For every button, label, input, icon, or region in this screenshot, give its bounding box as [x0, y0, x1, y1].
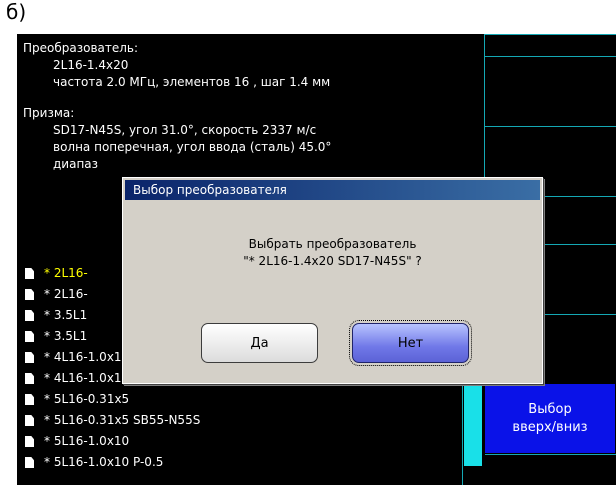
list-item-label: * 5L16-0.31x5	[44, 392, 130, 406]
device-screen: Преобразователь: 2L16-1.4x20 частота 2.0…	[17, 34, 616, 485]
document-icon	[25, 415, 34, 426]
document-icon	[25, 289, 34, 300]
list-item-label: * 5L16-1.0x10	[44, 434, 130, 448]
document-icon	[25, 436, 34, 447]
yes-button[interactable]: Да	[201, 323, 318, 363]
list-item[interactable]: * 5L16-0.31x5	[25, 389, 465, 410]
panel-divider	[485, 126, 616, 127]
list-item-label: * 5L16-1.0x10 P-0.5	[44, 455, 164, 469]
list-item-label: * 2L16-	[44, 287, 88, 301]
dialog-message-line-1: Выбрать преобразователь	[248, 237, 417, 251]
list-item[interactable]: * 5L16-1.0x10	[25, 431, 465, 452]
transducer-params: частота 2.0 МГц, элементов 16 , шаг 1.4 …	[53, 75, 331, 89]
transducer-model: 2L16-1.4x20	[53, 58, 129, 72]
document-icon	[25, 457, 34, 468]
list-item-label: * 3.5L1	[44, 308, 88, 322]
dialog-message-line-2: "* 2L16-1.4x20 SD17-N45S" ?	[243, 254, 422, 268]
select-button-line-2: вверх/вниз	[512, 419, 588, 435]
list-item-label: * 3.5L1	[44, 329, 88, 343]
select-button-line-1: Выбор	[528, 401, 572, 417]
document-icon	[25, 310, 34, 321]
prism-header: Призма:	[23, 106, 75, 120]
panel-divider	[485, 34, 616, 35]
list-item[interactable]: * 5L16-0.31x5 SB55-N55S	[25, 410, 465, 431]
prism-line-2: волна поперечная, угол ввода (сталь) 45.…	[53, 140, 332, 154]
document-icon	[25, 373, 34, 384]
list-item[interactable]: * 5L16-1.0x10 P-0.5	[25, 452, 465, 473]
select-up-down-button[interactable]: Выбор вверх/вниз	[485, 384, 615, 453]
document-icon	[25, 352, 34, 363]
figure-label: б)	[6, 0, 27, 24]
document-icon	[25, 268, 34, 279]
panel-divider	[485, 454, 616, 455]
select-transducer-dialog: Выбор преобразователя Выбрать преобразов…	[122, 177, 543, 384]
transducer-header: Преобразователь:	[23, 41, 139, 55]
dialog-title: Выбор преобразователя	[125, 180, 540, 200]
prism-line-3: диапаз	[53, 157, 99, 171]
document-icon	[25, 394, 34, 405]
no-button[interactable]: Нет	[349, 320, 472, 366]
transducer-info: Преобразователь: 2L16-1.4x20 частота 2.0…	[23, 40, 463, 173]
document-icon	[25, 331, 34, 342]
panel-divider	[485, 56, 616, 57]
list-item-label: * 5L16-0.31x5 SB55-N55S	[44, 413, 201, 427]
dialog-message: Выбрать преобразователь "* 2L16-1.4x20 S…	[123, 236, 542, 270]
prism-line-1: SD17-N45S, угол 31.0°, скорость 2337 м/с	[53, 123, 317, 137]
list-item-label: * 2L16-	[44, 266, 88, 280]
